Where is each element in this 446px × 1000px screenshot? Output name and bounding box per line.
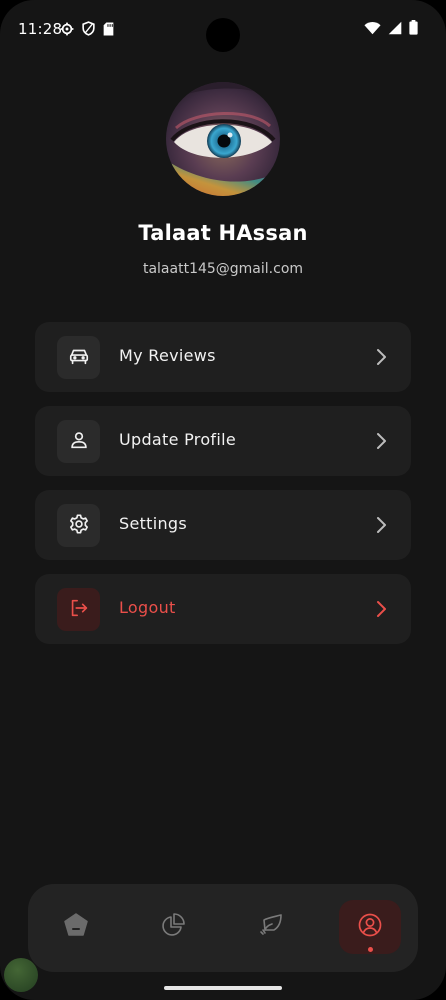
menu-item-label: My Reviews — [119, 346, 216, 365]
chevron-right-icon — [375, 348, 387, 370]
menu-item-settings[interactable]: Settings — [35, 490, 411, 560]
menu-icon-box — [57, 504, 100, 547]
chevron-right-icon — [375, 432, 387, 454]
gear-icon — [68, 513, 90, 539]
menu-icon-box — [57, 336, 100, 379]
user-icon — [68, 429, 90, 455]
battery-icon — [409, 20, 418, 39]
menu-item-my-reviews[interactable]: My Reviews — [35, 322, 411, 392]
front-camera — [206, 18, 240, 52]
status-icons-right — [364, 20, 418, 39]
profile-icon — [357, 912, 383, 942]
nav-statistics[interactable] — [144, 900, 202, 954]
menu-item-logout[interactable]: Logout — [35, 574, 411, 644]
gear-icon — [60, 21, 74, 40]
active-indicator-dot — [368, 947, 373, 952]
screen: 11:28 Talaat HAssan talaatt145@gmail.com… — [0, 0, 446, 1000]
home-indicator[interactable] — [164, 986, 282, 990]
wifi-icon — [364, 20, 381, 39]
pie-chart-icon — [160, 912, 186, 942]
shield-icon — [82, 21, 95, 40]
avatar — [166, 82, 280, 196]
menu-icon-box — [57, 588, 100, 631]
menu-icon-box — [57, 420, 100, 463]
sd-card-icon — [103, 21, 114, 40]
status-icons-left — [60, 21, 114, 40]
watermark-logo — [4, 958, 38, 992]
user-email: talaatt145@gmail.com — [142, 261, 304, 277]
chevron-right-icon — [375, 516, 387, 538]
bottom-nav — [28, 884, 418, 972]
menu-item-label: Logout — [119, 598, 176, 617]
user-name: Talaat HAssan — [138, 221, 308, 245]
home-icon — [63, 912, 89, 942]
status-time: 11:28 — [18, 20, 63, 38]
car-icon — [68, 345, 90, 371]
nav-activity[interactable] — [242, 900, 300, 954]
menu-item-label: Settings — [119, 514, 188, 533]
menu-item-label: Update Profile — [119, 430, 236, 449]
menu-item-update-profile[interactable]: Update Profile — [35, 406, 411, 476]
signal-icon — [388, 20, 402, 39]
status-bar: 11:28 — [0, 0, 446, 58]
hand-icon — [258, 912, 284, 942]
nav-home[interactable] — [47, 900, 105, 954]
nav-profile[interactable] — [339, 900, 401, 954]
chevron-right-icon — [375, 600, 387, 622]
logout-icon — [68, 597, 90, 623]
